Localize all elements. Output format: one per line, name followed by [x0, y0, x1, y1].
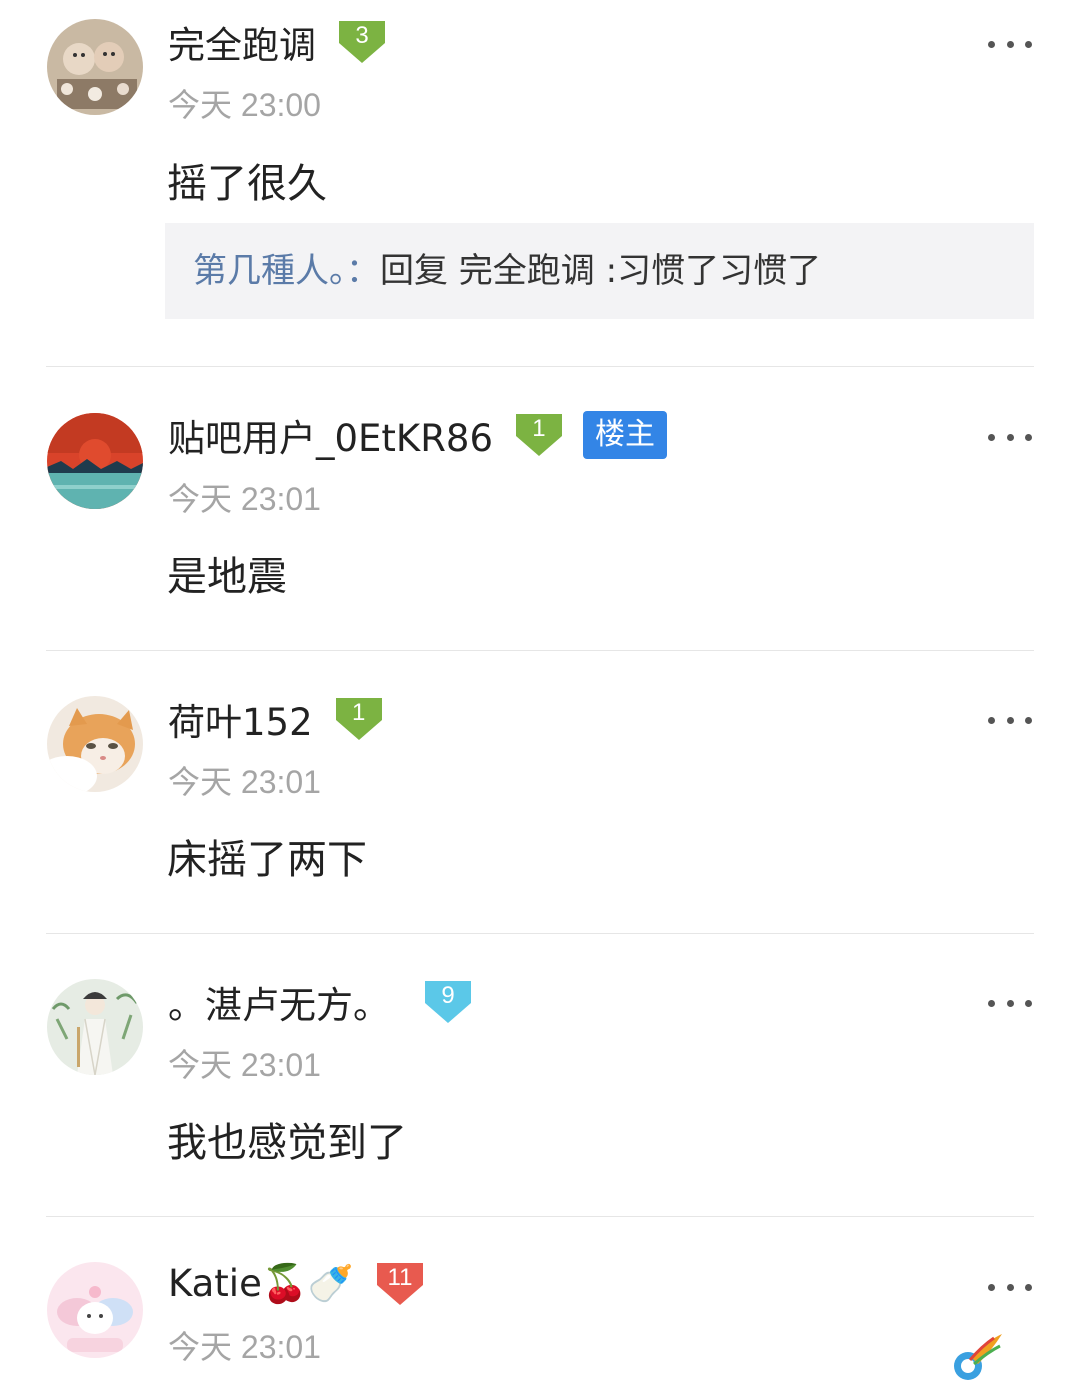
- username[interactable]: 。湛卢无方。: [168, 975, 390, 1029]
- timestamp: 今天 23:01: [168, 764, 321, 800]
- avatar[interactable]: [47, 413, 143, 509]
- tieba-watermark-icon: [948, 1330, 1004, 1386]
- username[interactable]: 贴吧用户_0EtKR86: [168, 408, 493, 462]
- username[interactable]: 完全跑调: [168, 15, 316, 69]
- divider: [46, 933, 1034, 934]
- level-number: 9: [441, 982, 455, 1009]
- level-badge: 9: [422, 979, 474, 1025]
- comment-content: 我也感觉到了: [167, 1120, 407, 1166]
- level-number: 1: [351, 699, 366, 726]
- more-dots-icon[interactable]: [988, 38, 1032, 50]
- level-badge: 3: [336, 19, 388, 65]
- username[interactable]: Katie🍒🍼: [168, 1262, 354, 1306]
- name-row: 贴吧用户_0EtKR86 1 楼主: [168, 410, 667, 460]
- timestamp: 今天 23:00: [168, 87, 321, 123]
- name-row: 荷叶152 1: [168, 694, 385, 744]
- level-number: 3: [355, 22, 369, 49]
- reply-box[interactable]: 第几種人。：回复 完全跑调 :习惯了习惯了: [165, 223, 1034, 319]
- level-number: 1: [532, 415, 546, 442]
- reply-author[interactable]: 第几種人。: [193, 251, 346, 291]
- level-badge: 1: [513, 412, 565, 458]
- comment-content: 摇了很久: [167, 161, 327, 207]
- name-row: 。湛卢无方。 9: [168, 977, 474, 1027]
- more-dots-icon[interactable]: [988, 997, 1032, 1009]
- divider: [46, 650, 1034, 651]
- comment-content: 是地震: [167, 554, 287, 600]
- timestamp: 今天 23:01: [168, 481, 321, 517]
- comment-content: 床摇了两下: [167, 837, 367, 883]
- divider: [46, 366, 1034, 367]
- more-dots-icon[interactable]: [988, 431, 1032, 443]
- timestamp: 今天 23:01: [168, 1329, 321, 1365]
- avatar[interactable]: [47, 1262, 143, 1358]
- level-number: 11: [387, 1264, 413, 1291]
- reply-separator: ：: [346, 251, 380, 291]
- avatar[interactable]: [47, 696, 143, 792]
- more-dots-icon[interactable]: [988, 1281, 1032, 1293]
- level-badge: 11: [374, 1261, 426, 1307]
- username[interactable]: 荷叶152: [168, 692, 313, 746]
- avatar[interactable]: [47, 979, 143, 1075]
- level-badge: 1: [333, 696, 385, 742]
- more-dots-icon[interactable]: [988, 714, 1032, 726]
- avatar[interactable]: [47, 19, 143, 115]
- name-row: Katie🍒🍼 11: [168, 1259, 426, 1309]
- divider: [46, 1216, 1034, 1217]
- timestamp: 今天 23:01: [168, 1047, 321, 1083]
- owner-badge: 楼主: [582, 411, 667, 459]
- name-row: 完全跑调 3: [168, 17, 388, 67]
- reply-text: 回复 完全跑调 :习惯了习惯了: [380, 251, 822, 291]
